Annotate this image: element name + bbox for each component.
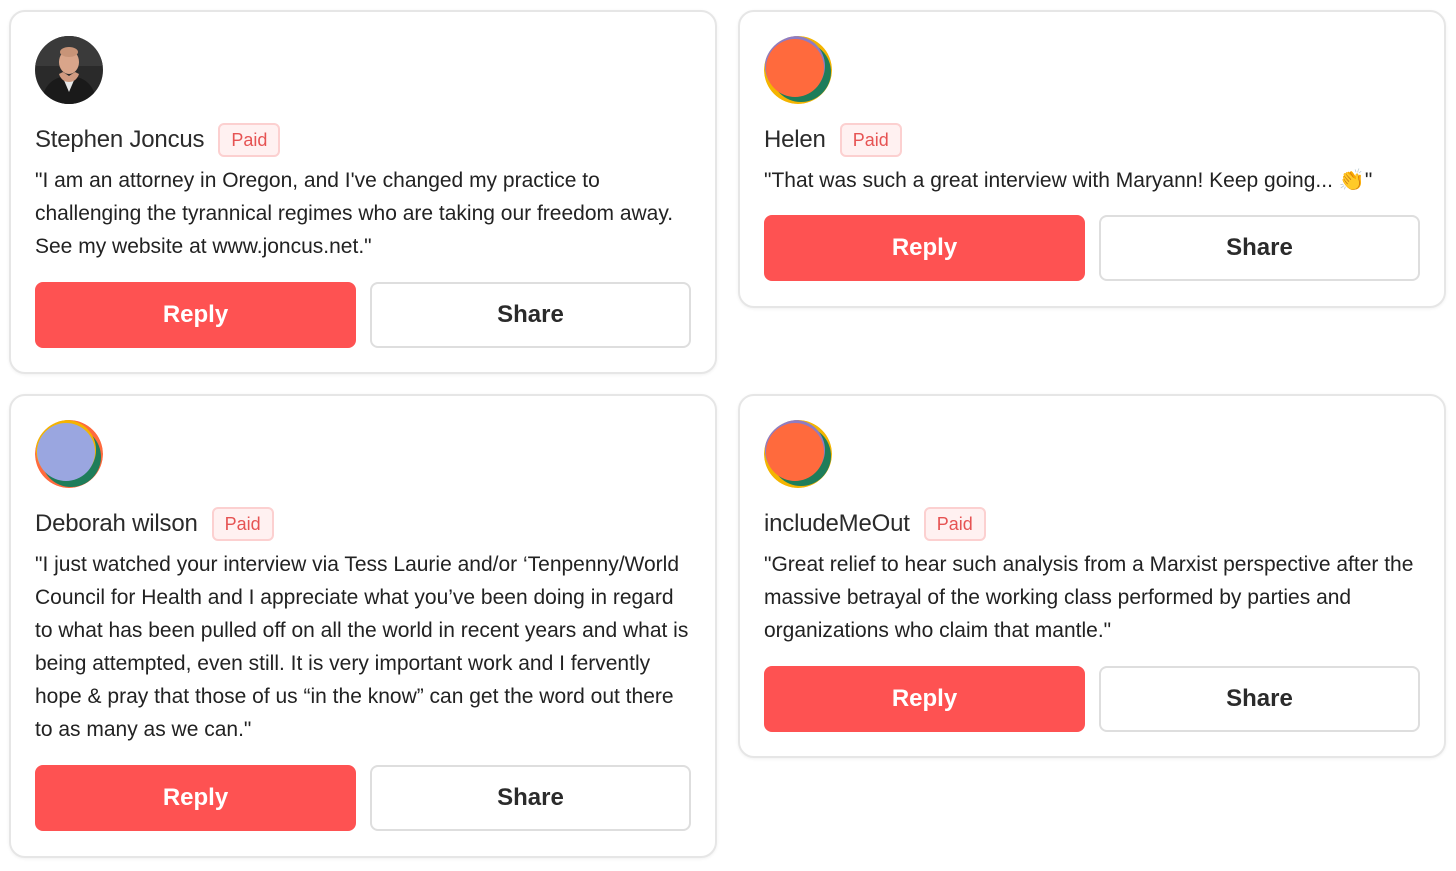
avatar[interactable] xyxy=(35,420,103,488)
paid-badge: Paid xyxy=(923,507,986,541)
author-name[interactable]: Helen xyxy=(764,126,826,154)
avatar[interactable] xyxy=(764,420,832,488)
user-photo-icon xyxy=(35,36,103,104)
avatar[interactable] xyxy=(35,36,103,104)
share-button[interactable]: Share xyxy=(370,765,691,831)
default-avatar-icon xyxy=(764,420,832,488)
comment-text: "That was such a great interview with Ma… xyxy=(764,169,1373,192)
default-avatar-icon xyxy=(35,420,103,488)
comment-card: Deborah wilson Paid "I just watched your… xyxy=(9,394,717,858)
avatar[interactable] xyxy=(764,36,832,104)
author-name[interactable]: Stephen Joncus xyxy=(35,126,205,154)
comment-card: Stephen Joncus Paid "I am an attorney in… xyxy=(9,10,717,374)
comment-card: includeMeOut Paid "Great relief to hear … xyxy=(738,394,1446,758)
paid-badge: Paid xyxy=(211,507,274,541)
author-name[interactable]: Deborah wilson xyxy=(35,510,198,538)
reply-button[interactable]: Reply xyxy=(35,282,356,348)
share-button[interactable]: Share xyxy=(370,282,691,348)
comment-card: Helen Paid "That was such a great interv… xyxy=(738,10,1446,308)
share-button[interactable]: Share xyxy=(1099,666,1420,732)
reply-button[interactable]: Reply xyxy=(35,765,356,831)
comment-text: "I am an attorney in Oregon, and I've ch… xyxy=(35,169,674,258)
paid-badge: Paid xyxy=(839,123,902,157)
paid-badge: Paid xyxy=(218,123,281,157)
comment-text: "Great relief to hear such analysis from… xyxy=(764,553,1414,642)
default-avatar-icon xyxy=(764,36,832,104)
comment-text: "I just watched your interview via Tess … xyxy=(35,553,689,741)
author-name[interactable]: includeMeOut xyxy=(764,510,910,538)
share-button[interactable]: Share xyxy=(1099,215,1420,281)
reply-button[interactable]: Reply xyxy=(764,666,1085,732)
reply-button[interactable]: Reply xyxy=(764,215,1085,281)
